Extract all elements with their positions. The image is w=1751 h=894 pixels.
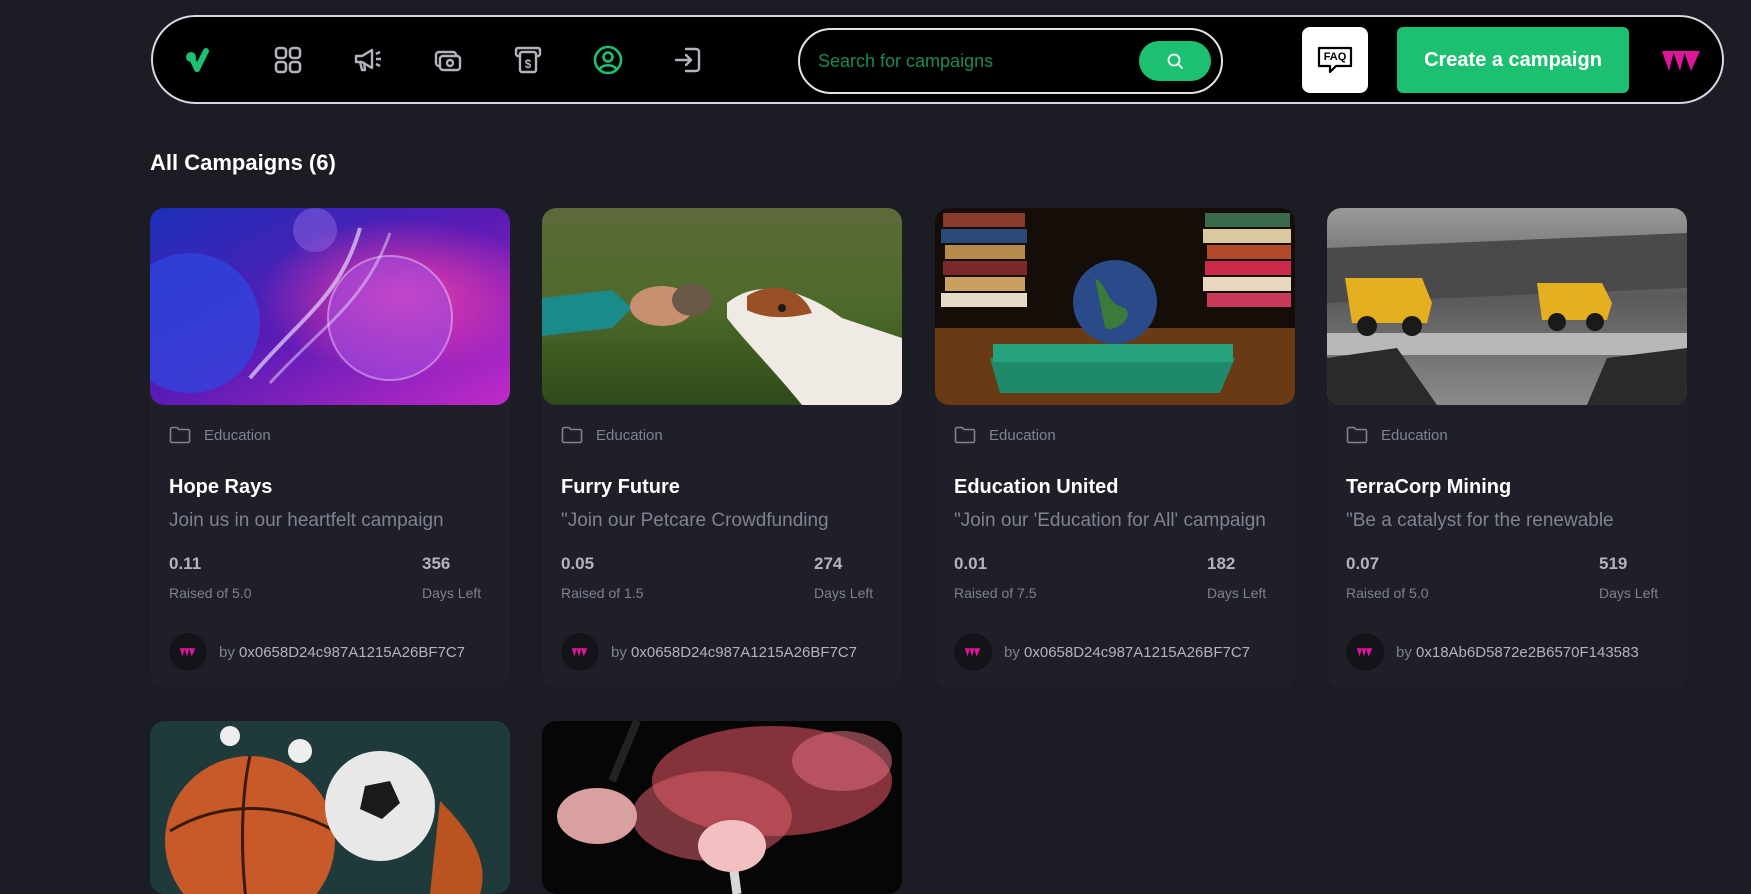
create-campaign-button[interactable]: Create a campaign — [1397, 27, 1629, 93]
by-label: by — [1396, 643, 1412, 661]
owner-address: 0x0658D24c987A1215A26BF7C7 — [631, 643, 858, 661]
campaign-image — [542, 721, 902, 894]
amount-raised: 0.07 — [1346, 554, 1380, 573]
campaign-image — [1327, 208, 1687, 405]
campaign-description: "Be a catalyst for the renewable — [1346, 510, 1614, 531]
category-label: Education — [596, 426, 663, 444]
profile-icon[interactable] — [591, 43, 625, 77]
category-tag: Education — [169, 426, 271, 444]
faq-label: FAQ — [1323, 51, 1347, 63]
campaign-title: Education United — [954, 476, 1119, 498]
campaign-card[interactable]: Education Furry Future "Join our Petcare… — [542, 208, 902, 688]
dashboard-icon[interactable] — [271, 43, 305, 77]
svg-text:$: $ — [525, 57, 532, 71]
category-label: Education — [989, 426, 1056, 444]
amount-raised: 0.01 — [954, 554, 988, 573]
brand-logo-icon[interactable] — [1660, 43, 1704, 77]
owner-avatar — [1346, 633, 1384, 671]
top-navbar: $ FAQ Create a campaign — [151, 15, 1724, 104]
campaign-card[interactable] — [150, 721, 510, 894]
days-left-value: 356 — [422, 554, 451, 573]
days-left-label: Days Left — [422, 585, 482, 601]
by-label: by — [1004, 643, 1020, 661]
days-left-label: Days Left — [1599, 585, 1659, 601]
campaign-description: "Join our Petcare Crowdfunding — [561, 510, 829, 531]
search-icon — [1167, 53, 1183, 69]
search-button[interactable] — [1139, 41, 1211, 81]
target-label: Raised of 5.0 — [169, 585, 252, 601]
by-label: by — [611, 643, 627, 661]
days-left-label: Days Left — [1207, 585, 1267, 601]
campaign-card[interactable]: Education Hope Rays Join us in our heart… — [150, 208, 510, 688]
campaign-image — [150, 208, 510, 405]
owner-avatar — [954, 633, 992, 671]
owner-row: by 0x0658D24c987A1215A26BF7C7 — [561, 633, 881, 671]
days-left-value: 182 — [1207, 554, 1236, 573]
folder-icon — [954, 426, 976, 444]
search-bar — [798, 28, 1223, 94]
folder-icon — [1346, 426, 1368, 444]
campaign-image — [935, 208, 1295, 405]
owner-address: 0x18Ab6D5872e2B6570F143583 — [1416, 643, 1639, 661]
category-tag: Education — [561, 426, 663, 444]
by-label: by — [219, 643, 235, 661]
amount-raised: 0.05 — [561, 554, 595, 573]
owner-address: 0x0658D24c987A1215A26BF7C7 — [239, 643, 466, 661]
folder-icon — [169, 426, 191, 444]
amount-raised: 0.11 — [169, 554, 202, 573]
owner-row: by 0x0658D24c987A1215A26BF7C7 — [954, 633, 1274, 671]
app-logo-icon[interactable] — [181, 43, 215, 77]
search-input[interactable] — [818, 44, 1118, 78]
target-label: Raised of 1.5 — [561, 585, 644, 601]
campaign-title: Hope Rays — [169, 476, 273, 498]
campaign-image — [150, 721, 510, 894]
owner-avatar — [561, 633, 599, 671]
target-label: Raised of 5.0 — [1346, 585, 1429, 601]
owner-avatar — [169, 633, 207, 671]
owner-row: by 0x0658D24c987A1215A26BF7C7 — [169, 633, 489, 671]
folder-icon — [561, 426, 583, 444]
category-tag: Education — [954, 426, 1056, 444]
brand-logo-icon — [179, 648, 196, 657]
logout-icon[interactable] — [671, 43, 705, 77]
days-left-label: Days Left — [814, 585, 874, 601]
owner-address: 0x0658D24c987A1215A26BF7C7 — [1024, 643, 1251, 661]
faq-button[interactable]: FAQ — [1302, 27, 1368, 93]
payment-icon[interactable] — [431, 43, 465, 77]
brand-logo-icon — [964, 648, 981, 657]
section-title: All Campaigns (6) — [150, 150, 336, 175]
withdraw-icon[interactable]: $ — [511, 43, 545, 77]
campaign-megaphone-icon[interactable] — [351, 43, 385, 77]
campaign-image — [542, 208, 902, 405]
campaign-title: Furry Future — [561, 476, 680, 498]
campaign-title: TerraCorp Mining — [1346, 476, 1512, 498]
brand-logo-icon — [1356, 648, 1373, 657]
brand-logo-icon — [571, 648, 588, 657]
campaign-description: "Join our 'Education for All' campaign — [954, 510, 1266, 531]
campaign-card[interactable]: Education Education United "Join our 'Ed… — [935, 208, 1295, 688]
days-left-value: 274 — [814, 554, 843, 573]
category-label: Education — [1381, 426, 1448, 444]
campaign-description: Join us in our heartfelt campaign — [169, 510, 444, 531]
owner-row: by 0x18Ab6D5872e2B6570F143583 — [1346, 633, 1666, 671]
days-left-value: 519 — [1599, 554, 1628, 573]
campaign-card[interactable] — [542, 721, 902, 894]
category-tag: Education — [1346, 426, 1448, 444]
campaign-card[interactable]: Education TerraCorp Mining "Be a catalys… — [1327, 208, 1687, 688]
target-label: Raised of 7.5 — [954, 585, 1037, 601]
category-label: Education — [204, 426, 271, 444]
